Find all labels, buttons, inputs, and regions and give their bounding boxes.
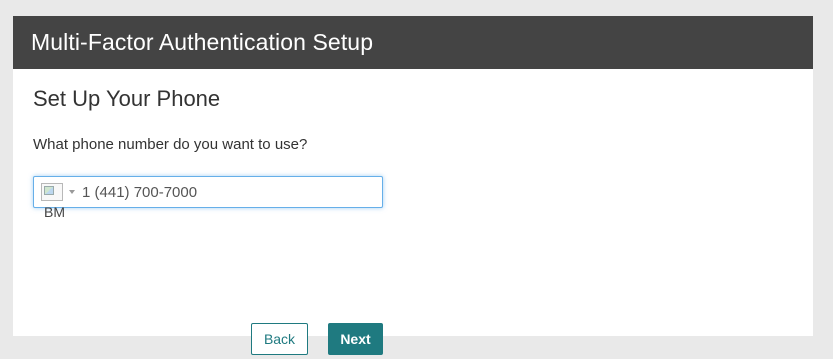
next-button[interactable]: Next [328, 323, 383, 355]
phone-question-label: What phone number do you want to use? [33, 136, 308, 153]
phone-number-field[interactable]: BM [33, 176, 383, 220]
chevron-down-icon[interactable] [69, 190, 75, 194]
back-button[interactable]: Back [251, 323, 308, 355]
section-title: Set Up Your Phone [33, 86, 221, 111]
page-title: Multi-Factor Authentication Setup [31, 29, 374, 55]
mfa-setup-card: Multi-Factor Authentication Setup Set Up… [13, 16, 813, 355]
card-header: Multi-Factor Authentication Setup [13, 16, 813, 69]
phone-number-input[interactable] [82, 181, 372, 203]
country-flag-icon[interactable] [41, 183, 63, 201]
country-code-label: BM [44, 204, 65, 220]
